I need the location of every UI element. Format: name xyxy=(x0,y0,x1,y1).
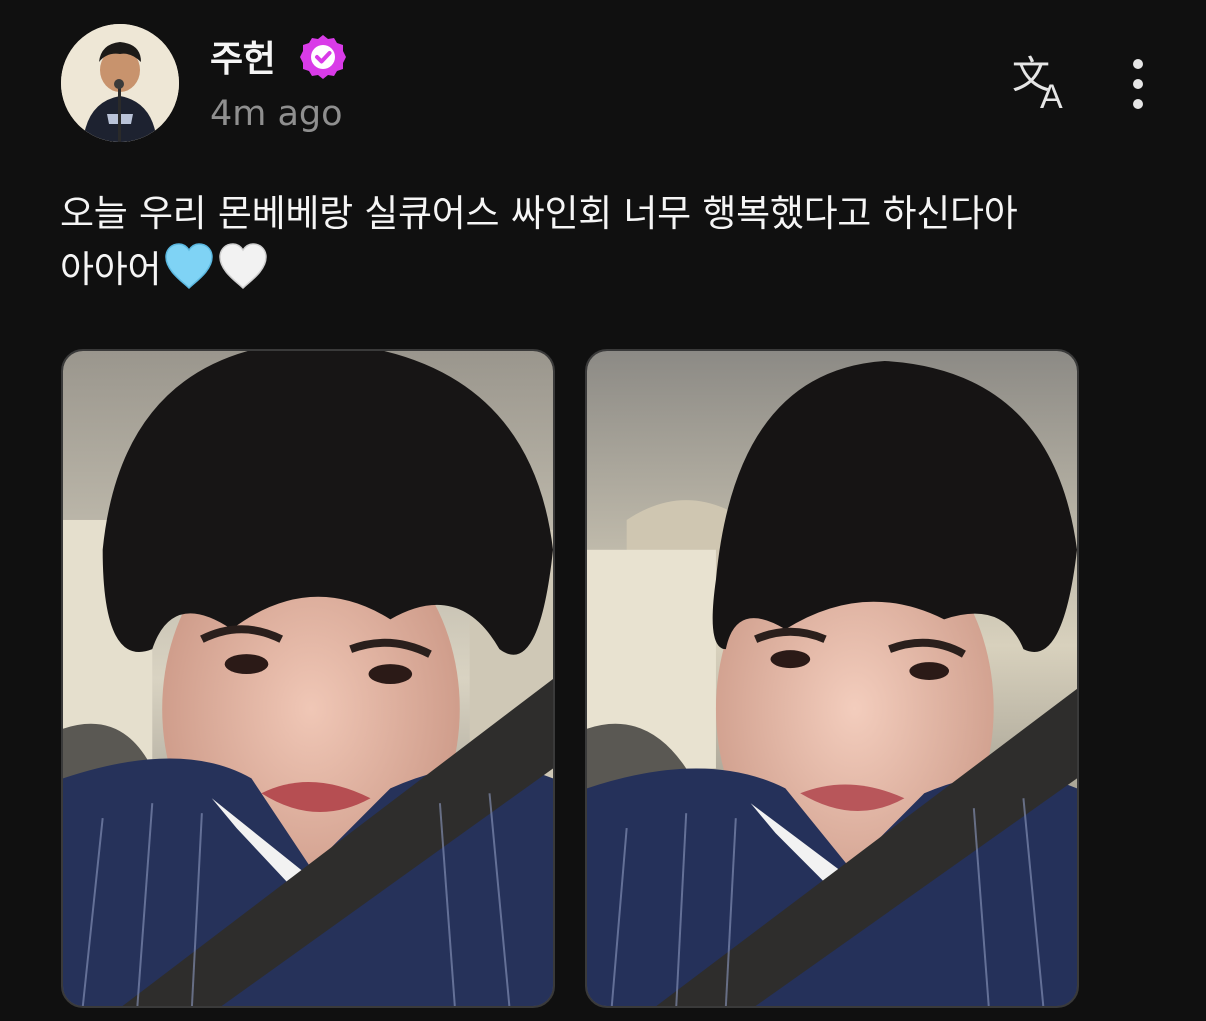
selfie-photo-image xyxy=(587,351,1077,1006)
post-body: 오늘 우리 몬베베랑 실큐어스 싸인회 너무 행복했다고 하신다아 아아어 xyxy=(60,186,1160,298)
post-card: 주헌 4m ago 文 A 오늘 우리 몬베베랑 실큐어스 싸인회 너무 행복했… xyxy=(0,0,1206,1021)
translate-icon[interactable]: 文 A xyxy=(1010,52,1076,116)
white-heart-icon xyxy=(219,243,267,290)
selfie-photo-image xyxy=(63,351,553,1006)
author-name[interactable]: 주헌 xyxy=(210,30,276,82)
avatar-image xyxy=(61,24,179,142)
post-photo-2[interactable] xyxy=(585,349,1079,1008)
post-timestamp: 4m ago xyxy=(210,94,343,134)
light-blue-heart-icon xyxy=(165,243,213,290)
post-text-line-2-text: 아아어 xyxy=(60,248,162,291)
post-text-line-2: 아아어 xyxy=(60,242,1160,298)
verified-badge-icon xyxy=(298,32,348,82)
author-avatar[interactable] xyxy=(61,24,179,142)
post-text-line-1: 오늘 우리 몬베베랑 실큐어스 싸인회 너무 행복했다고 하신다아 xyxy=(60,192,1018,235)
svg-text:A: A xyxy=(1040,78,1063,112)
more-vertical-icon[interactable] xyxy=(1118,52,1158,116)
post-photo-1[interactable] xyxy=(61,349,555,1008)
